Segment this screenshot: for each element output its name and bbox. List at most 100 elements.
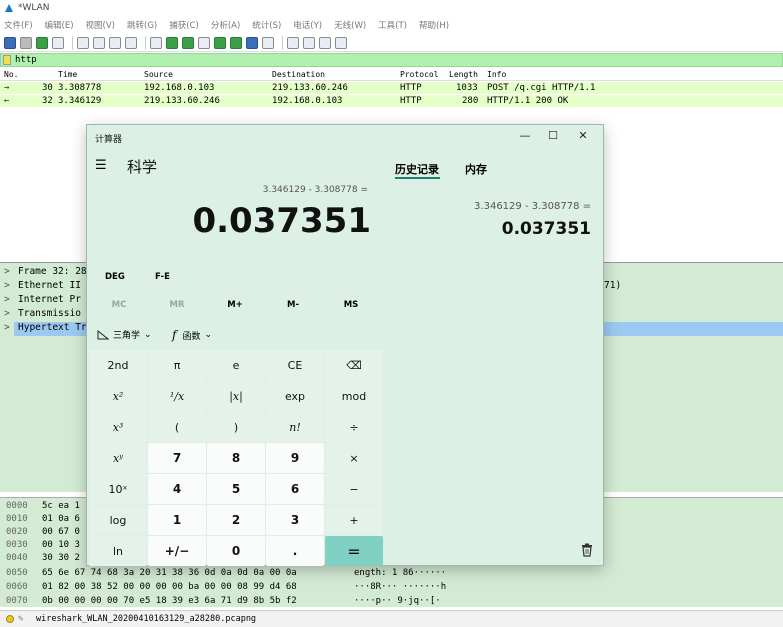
memory-add-button[interactable]: M+ (215, 300, 255, 310)
key-5[interactable]: 5 (207, 474, 265, 504)
history-item-expression[interactable]: 3.346129 - 3.308778 = (474, 201, 591, 212)
tab-history[interactable]: 历史记录 (395, 161, 439, 177)
key-8[interactable]: 8 (207, 443, 265, 473)
go-back-icon[interactable] (166, 36, 178, 49)
display-filter-bar[interactable]: http (0, 53, 783, 67)
menu-view[interactable]: 视图(V) (86, 19, 115, 31)
key-7[interactable]: 7 (148, 443, 206, 473)
key-factorial[interactable]: n! (266, 412, 324, 442)
menu-help[interactable]: 帮助(H) (419, 19, 449, 31)
restart-capture-icon[interactable] (36, 36, 48, 49)
column-time[interactable]: Time (58, 70, 77, 79)
expand-icon[interactable]: > (4, 280, 10, 291)
bookmark-icon[interactable] (3, 55, 11, 65)
key-absolute[interactable]: |x| (207, 381, 265, 411)
key-equals[interactable]: = (325, 536, 383, 566)
key-backspace[interactable]: ⌫ (325, 350, 383, 380)
menu-capture[interactable]: 捕获(C) (169, 19, 199, 31)
key-e[interactable]: e (207, 350, 265, 380)
go-forward-icon[interactable] (182, 36, 194, 49)
close-icon[interactable]: ✕ (569, 127, 597, 145)
find-packet-icon[interactable] (150, 36, 162, 49)
column-length[interactable]: Length (449, 70, 478, 79)
column-protocol[interactable]: Protocol (400, 70, 439, 79)
key-0[interactable]: 0 (207, 536, 265, 566)
menu-go[interactable]: 跳转(G) (127, 19, 157, 31)
zoom-normal-icon[interactable] (319, 36, 331, 49)
key-reciprocal[interactable]: ¹/x (148, 381, 206, 411)
key-3[interactable]: 3 (266, 505, 324, 535)
expand-icon[interactable]: > (4, 266, 10, 277)
menu-statistics[interactable]: 统计(S) (252, 19, 281, 31)
packet-row[interactable]: ← 32 3.346129 219.133.60.246 192.168.0.1… (0, 95, 783, 107)
resize-columns-icon[interactable] (335, 36, 347, 49)
expand-icon[interactable]: > (4, 294, 10, 305)
go-to-packet-icon[interactable] (198, 36, 210, 49)
key-decimal[interactable]: . (266, 536, 324, 566)
key-9[interactable]: 9 (266, 443, 324, 473)
key-second[interactable]: 2nd (89, 350, 147, 380)
go-first-icon[interactable] (214, 36, 226, 49)
key-clear-entry[interactable]: CE (266, 350, 324, 380)
autoscroll-icon[interactable] (246, 36, 258, 49)
go-last-icon[interactable] (230, 36, 242, 49)
menu-file[interactable]: 文件(F) (4, 19, 33, 31)
column-destination[interactable]: Destination (272, 70, 325, 79)
menu-edit[interactable]: 编辑(E) (45, 19, 74, 31)
stop-capture-icon[interactable] (20, 36, 32, 49)
key-add[interactable]: + (325, 505, 383, 535)
key-2[interactable]: 2 (207, 505, 265, 535)
reload-file-icon[interactable] (125, 36, 137, 49)
capture-options-icon[interactable] (52, 36, 64, 49)
key-6[interactable]: 6 (266, 474, 324, 504)
key-close-paren[interactable]: ) (207, 412, 265, 442)
display-filter-input[interactable]: http (15, 55, 37, 65)
angle-unit-button[interactable]: DEG (105, 272, 125, 282)
clear-history-icon[interactable] (581, 543, 593, 557)
key-square[interactable]: x² (89, 381, 147, 411)
close-file-icon[interactable] (109, 36, 121, 49)
key-subtract[interactable]: − (325, 474, 383, 504)
menu-telephony[interactable]: 电话(Y) (293, 19, 322, 31)
start-capture-icon[interactable] (4, 36, 16, 49)
key-ten-power[interactable]: 10ˣ (89, 474, 147, 504)
key-ln[interactable]: ln (89, 536, 147, 566)
save-file-icon[interactable] (93, 36, 105, 49)
menu-tools[interactable]: 工具(T) (378, 19, 407, 31)
key-divide[interactable]: ÷ (325, 412, 383, 442)
colorize-icon[interactable] (262, 36, 274, 49)
edit-comment-icon[interactable]: ✎ (18, 614, 28, 624)
expand-icon[interactable]: > (4, 308, 10, 319)
key-exp[interactable]: exp (266, 381, 324, 411)
column-info[interactable]: Info (487, 70, 506, 79)
fe-toggle-button[interactable]: F-E (155, 272, 170, 282)
key-power[interactable]: xʸ (89, 443, 147, 473)
open-file-icon[interactable] (77, 36, 89, 49)
menu-analyze[interactable]: 分析(A) (211, 19, 240, 31)
memory-clear-button[interactable]: MC (99, 300, 139, 310)
key-pi[interactable]: π (148, 350, 206, 380)
packet-row[interactable]: → 30 3.308778 192.168.0.103 219.133.60.2… (0, 82, 783, 94)
history-item-result[interactable]: 0.037351 (502, 219, 591, 239)
key-mod[interactable]: mod (325, 381, 383, 411)
memory-recall-button[interactable]: MR (157, 300, 197, 310)
tab-memory[interactable]: 内存 (465, 161, 487, 177)
column-no[interactable]: No. (4, 70, 18, 79)
key-log[interactable]: log (89, 505, 147, 535)
key-1[interactable]: 1 (148, 505, 206, 535)
memory-subtract-button[interactable]: M- (273, 300, 313, 310)
function-dropdown[interactable]: f 函数 ⌄ (172, 328, 212, 342)
expert-info-icon[interactable] (6, 615, 14, 623)
column-source[interactable]: Source (144, 70, 173, 79)
menu-wireless[interactable]: 无线(W) (334, 19, 366, 31)
key-cube[interactable]: x³ (89, 412, 147, 442)
minimize-icon[interactable]: — (511, 127, 539, 145)
key-4[interactable]: 4 (148, 474, 206, 504)
key-negate[interactable]: +/− (148, 536, 206, 566)
hamburger-menu-icon[interactable]: ☰ (95, 158, 107, 173)
key-open-paren[interactable]: ( (148, 412, 206, 442)
memory-store-button[interactable]: MS (331, 300, 371, 310)
zoom-out-icon[interactable] (303, 36, 315, 49)
zoom-in-icon[interactable] (287, 36, 299, 49)
trigonometry-dropdown[interactable]: 三角学 ⌄ (97, 328, 152, 341)
